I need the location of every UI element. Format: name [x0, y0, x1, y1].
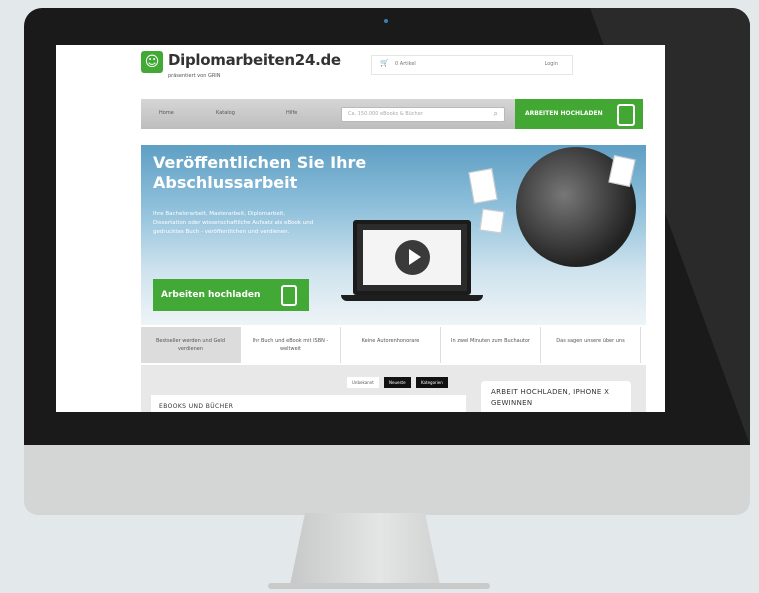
cart-icon[interactable]: 🛒 [380, 59, 389, 67]
tab-bestseller[interactable]: Bestseller werden und Geld verdienen [141, 327, 241, 363]
upload-icon [617, 104, 635, 126]
search-placeholder: Ca. 150.000 eBooks & Bücher [348, 111, 423, 117]
upload-button-label: ARBEITEN HOCHLADEN [525, 110, 603, 117]
monitor-chin [24, 445, 750, 515]
logo-icon[interactable]: ☺ [141, 51, 163, 73]
monitor-screen: ☺ Diplomarbeiten24.de präsentiert von GR… [56, 45, 665, 412]
filter-unbekannt[interactable]: Unbekannt [347, 377, 379, 388]
search-icon[interactable]: ⌕ [494, 109, 498, 119]
main-navbar: Home Katalog Hilfe Ca. 150.000 eBooks & … [141, 99, 561, 129]
search-input[interactable]: Ca. 150.000 eBooks & Bücher ⌕ [341, 107, 505, 122]
tab-buchautor[interactable]: In zwei Minuten zum Buchautor [441, 327, 541, 363]
upload-button[interactable]: ARBEITEN HOCHLADEN [515, 99, 643, 129]
filter-neueste[interactable]: Neueste [384, 377, 411, 388]
books-section: EBOOKS UND BÜCHER [151, 395, 466, 412]
tab-isbn[interactable]: Ihr Buch und eBook mit ISBN - weltweit [241, 327, 341, 363]
play-button[interactable] [395, 240, 430, 275]
cart-bar[interactable]: 🛒 0 Artikel Login [371, 55, 573, 75]
camera-icon [384, 19, 388, 23]
tab-honorare[interactable]: Keine Autorenhonorare [341, 327, 441, 363]
hero-banner: Veröffentlichen Sie Ihre Abschlussarbeit… [141, 145, 646, 325]
tab-label: Bestseller werden und Geld verdienen [155, 338, 225, 352]
upload-icon [281, 285, 297, 306]
tab-label: In zwei Minuten zum Buchautor [451, 338, 530, 344]
book-graphic [479, 208, 505, 234]
nav-katalog[interactable]: Katalog [216, 110, 235, 116]
content-area: Unbekannt Neueste Kategorien EBOOKS UND … [141, 365, 646, 412]
tab-testimonials[interactable]: Das sagen unsere über uns [541, 327, 641, 363]
books-title: EBOOKS UND BÜCHER [159, 403, 234, 410]
website: ☺ Diplomarbeiten24.de präsentiert von GR… [141, 45, 646, 412]
video-player[interactable] [353, 220, 471, 295]
nav-hilfe[interactable]: Hilfe [286, 110, 297, 116]
play-icon [409, 249, 421, 265]
book-graphic [468, 168, 498, 204]
book-graphic [608, 155, 636, 187]
filter-kategorien[interactable]: Kategorien [416, 377, 448, 388]
laptop-base [341, 295, 483, 301]
tab-label: Das sagen unsere über uns [556, 338, 625, 344]
promo-box[interactable]: ARBEIT HOCHLADEN, IPHONE X GEWINNEN [481, 381, 631, 412]
cart-count[interactable]: 0 Artikel [395, 61, 416, 67]
login-link[interactable]: Login [545, 61, 559, 67]
hero-title: Veröffentlichen Sie Ihre Abschlussarbeit [153, 153, 367, 192]
tab-label: Keine Autorenhonorare [361, 338, 420, 344]
monitor-stand [290, 513, 440, 585]
monitor-foot [268, 583, 490, 589]
logo-subline: präsentiert von GRIN [168, 73, 221, 79]
site-logo[interactable]: Diplomarbeiten24.de [168, 51, 341, 69]
hero-upload-label: Arbeiten hochladen [161, 290, 261, 300]
promo-title: ARBEIT HOCHLADEN, IPHONE X GEWINNEN [491, 388, 610, 407]
hero-text: Ihre Bachelorarbeit, Masterarbeit, Diplo… [153, 211, 314, 235]
nav-home[interactable]: Home [159, 110, 174, 116]
feature-tabs: Bestseller werden und Geld verdienen Ihr… [141, 327, 646, 365]
hero-upload-button[interactable]: Arbeiten hochladen [153, 279, 309, 311]
video-screen [363, 230, 461, 285]
tab-label: Ihr Buch und eBook mit ISBN - weltweit [252, 338, 329, 352]
